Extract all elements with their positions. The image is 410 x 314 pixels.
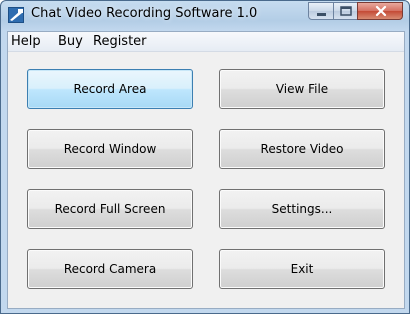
record-full-screen-button[interactable]: Record Full Screen [27, 189, 193, 229]
record-camera-button[interactable]: Record Camera [27, 249, 193, 289]
close-button[interactable] [357, 2, 403, 20]
settings-button[interactable]: Settings... [219, 189, 385, 229]
menu-bar: Help Buy Register [8, 32, 404, 52]
menu-register[interactable]: Register [93, 34, 147, 49]
client-area: Help Buy Register Record Area View File … [7, 31, 405, 309]
window-title: Chat Video Recording Software 1.0 [31, 6, 258, 21]
app-icon [8, 7, 24, 23]
minimize-button[interactable] [308, 2, 334, 20]
menu-buy[interactable]: Buy [58, 34, 83, 49]
minimize-icon [317, 13, 326, 16]
app-window: Chat Video Recording Software 1.0 Help B… [0, 0, 410, 314]
record-window-button[interactable]: Record Window [27, 129, 193, 169]
close-icon [375, 5, 387, 17]
menu-help[interactable]: Help [11, 34, 41, 49]
exit-button[interactable]: Exit [219, 249, 385, 289]
maximize-icon [340, 6, 352, 16]
view-file-button[interactable]: View File [219, 69, 385, 109]
record-area-button[interactable]: Record Area [27, 69, 193, 109]
maximize-button[interactable] [333, 2, 358, 20]
title-bar[interactable]: Chat Video Recording Software 1.0 [1, 1, 409, 31]
restore-video-button[interactable]: Restore Video [219, 129, 385, 169]
